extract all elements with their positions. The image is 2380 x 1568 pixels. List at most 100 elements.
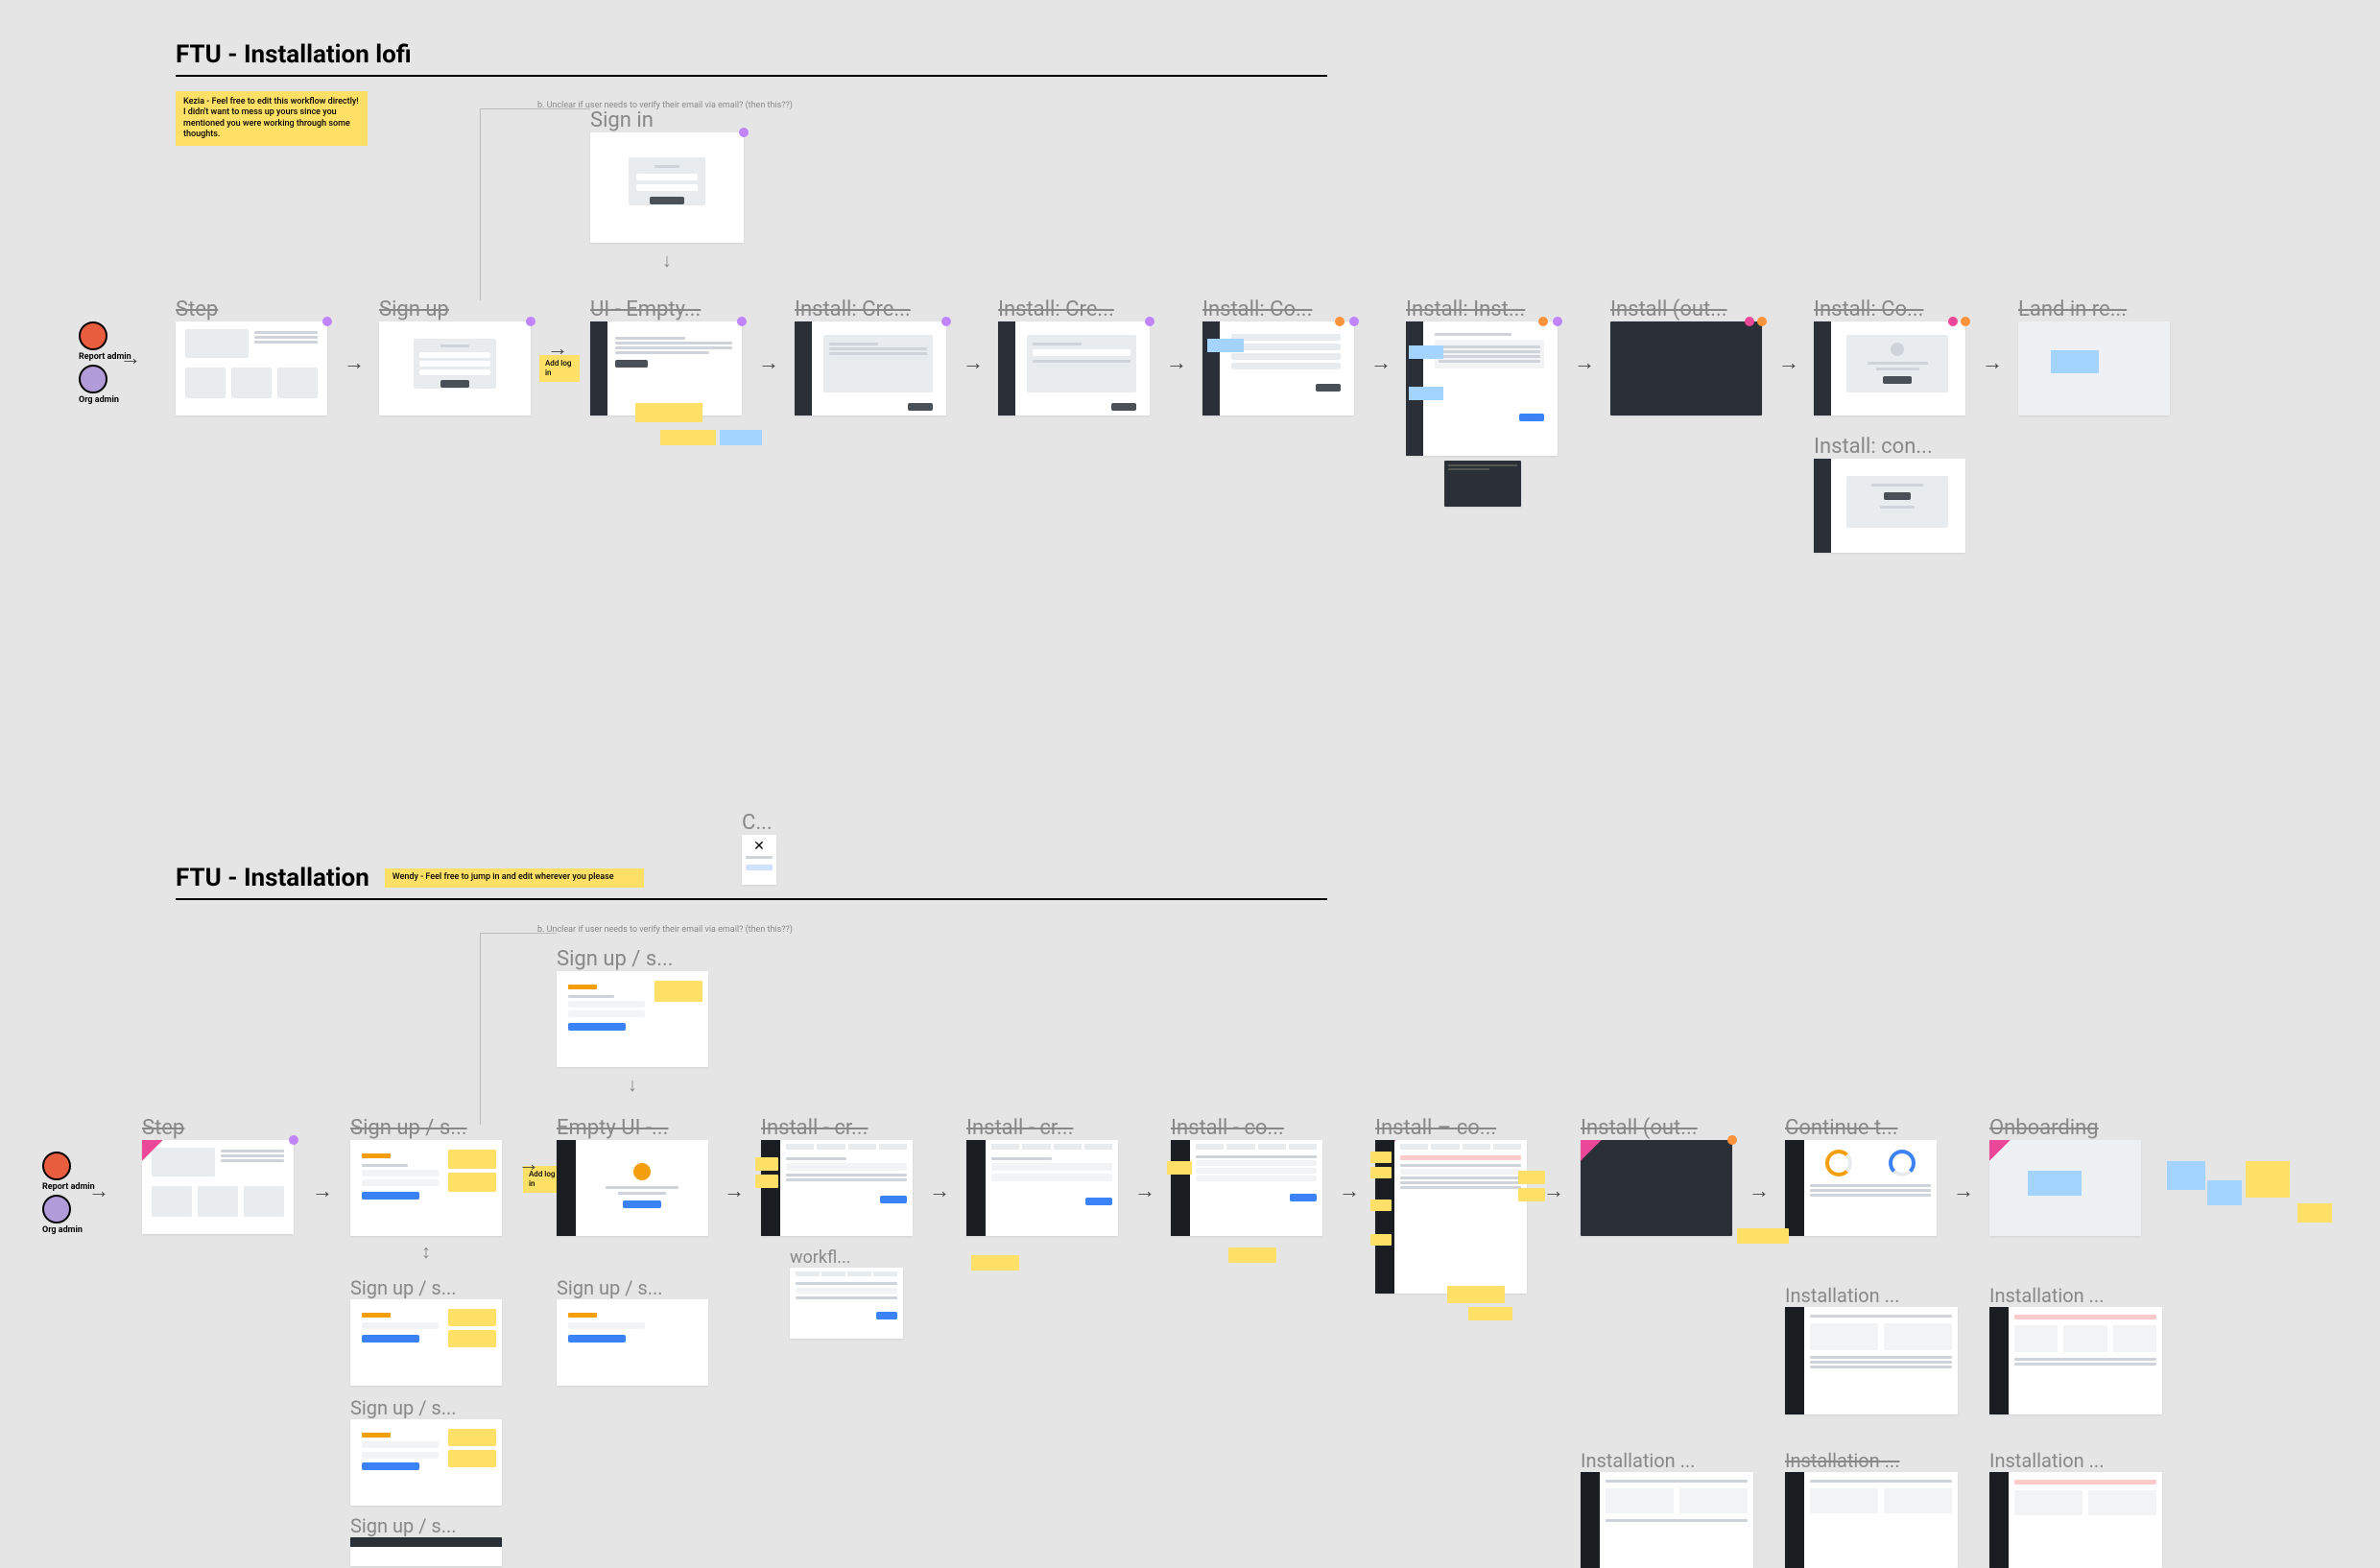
frame-step-2[interactable]	[142, 1140, 294, 1234]
frame-label: Installation ...	[1785, 1449, 1958, 1472]
status-dot	[1727, 1135, 1737, 1145]
sticky-blue[interactable]	[2051, 350, 2099, 373]
sticky-blue[interactable]	[1207, 339, 1244, 352]
frame-step[interactable]	[176, 321, 327, 416]
frame-label: Sign up / s...	[557, 947, 708, 971]
frame-signup-top[interactable]	[557, 971, 708, 1067]
sticky-blue[interactable]	[2207, 1180, 2242, 1205]
avatar-report-admin	[79, 321, 107, 350]
frame-ui-empty[interactable]	[590, 321, 742, 416]
sidebar-dark	[590, 321, 607, 416]
frame-install-co2[interactable]	[1375, 1140, 1527, 1294]
frame-signup-v3[interactable]	[350, 1537, 502, 1566]
frame-signup[interactable]	[379, 321, 531, 416]
frame-c[interactable]: ✕	[742, 835, 776, 885]
frame-install-cr2[interactable]	[966, 1140, 1118, 1236]
sticky-y[interactable]	[1167, 1161, 1192, 1175]
status-dot	[1757, 317, 1767, 326]
frame-signup-main[interactable]	[350, 1140, 502, 1236]
arrow-icon: →	[344, 350, 365, 375]
frame-install-out[interactable]	[1610, 321, 1762, 416]
status-dot	[739, 128, 749, 137]
sidebar-dark	[1202, 321, 1220, 416]
section2-title: FTU - Installation	[176, 864, 369, 892]
sticky-y[interactable]	[1737, 1228, 1789, 1244]
status-dot	[1961, 317, 1970, 326]
sticky-blue[interactable]	[2167, 1161, 2205, 1190]
sticky-blue[interactable]	[1409, 345, 1443, 359]
arrow-icon: →	[120, 345, 141, 370]
arrow-icon: →	[724, 1178, 745, 1203]
avatar-report-admin-2	[42, 1152, 71, 1180]
frame-install-co1[interactable]	[1171, 1140, 1322, 1236]
sticky-y[interactable]	[1468, 1307, 1512, 1320]
frame-land[interactable]	[2018, 321, 2170, 416]
arrow-icon: →	[1543, 1178, 1564, 1203]
sidebar-dark	[795, 321, 812, 416]
sidebar-dark	[1785, 1307, 1804, 1414]
frame-empty-ui[interactable]	[557, 1140, 708, 1236]
sticky-note[interactable]	[635, 403, 702, 422]
avatar-org-admin-2	[42, 1195, 71, 1224]
frame-label: Continue t...	[1785, 1116, 1937, 1140]
sticky-blue[interactable]	[1409, 387, 1443, 400]
sticky-y[interactable]	[1518, 1188, 1545, 1201]
frame-install-cre2[interactable]	[998, 321, 1150, 416]
frame-install-cre1[interactable]	[795, 321, 946, 416]
sticky-y[interactable]	[2297, 1203, 2332, 1223]
frame-signup-v1[interactable]	[350, 1299, 502, 1386]
frame-label: Install - cr...	[966, 1116, 1118, 1140]
avatar-org-admin	[79, 365, 107, 393]
frame-label: Empty UI -...	[557, 1116, 708, 1140]
frame-label: Sign up	[379, 297, 531, 321]
status-dot	[322, 317, 332, 326]
frame-signin[interactable]	[590, 132, 744, 243]
sticky-y[interactable]	[1370, 1152, 1392, 1163]
sticky-kezia[interactable]: Kezia - Feel free to edit this workflow …	[176, 91, 368, 146]
frame-label: Installation ...	[1989, 1449, 2162, 1472]
frame-label: Step	[142, 1116, 294, 1140]
frame-continue[interactable]	[1785, 1140, 1937, 1236]
arrow-icon: →	[758, 350, 779, 375]
frame-install-co[interactable]	[1202, 321, 1354, 416]
changed-stripe	[1989, 1140, 2011, 1161]
frame-installation-v1[interactable]	[1785, 1307, 1958, 1414]
sticky-y[interactable]	[1370, 1234, 1392, 1246]
frame-workflow[interactable]	[790, 1268, 903, 1339]
sticky-y[interactable]	[755, 1175, 778, 1188]
frame-install-cr1[interactable]	[761, 1140, 913, 1236]
frame-install-out-2[interactable]	[1581, 1140, 1732, 1236]
sticky-note[interactable]	[660, 430, 716, 445]
frame-label: Sign up / s...	[557, 1276, 708, 1299]
frame-terminal[interactable]	[1444, 461, 1521, 507]
sticky-y[interactable]	[755, 1157, 778, 1171]
sticky-y[interactable]	[1370, 1200, 1392, 1211]
sticky-y[interactable]	[971, 1255, 1019, 1271]
frame-label-signin: Sign in	[590, 108, 744, 132]
sidebar-dark	[1814, 321, 1831, 416]
sticky-y[interactable]	[1228, 1247, 1276, 1263]
frame-label: Installation ...	[1581, 1449, 1753, 1472]
status-dot	[1145, 317, 1154, 326]
sticky-y[interactable]	[1518, 1171, 1545, 1184]
frame-installation-v3[interactable]	[1581, 1472, 1753, 1568]
frame-signup-extra[interactable]	[557, 1299, 708, 1386]
section2-underline	[176, 898, 1327, 900]
frame-install-co2[interactable]	[1814, 321, 1965, 416]
frame-installation-v5[interactable]	[1989, 1472, 2162, 1568]
sidebar-dark	[557, 1140, 576, 1236]
frame-install-con-alt[interactable]	[1814, 459, 1965, 553]
frame-onboarding[interactable]	[1989, 1140, 2141, 1236]
sticky-y[interactable]	[2246, 1161, 2290, 1198]
sticky-note-blue[interactable]	[720, 430, 762, 445]
frame-installation-v2[interactable]	[1989, 1307, 2162, 1414]
frame-label: Installation ...	[1785, 1284, 1958, 1307]
sticky-wendy[interactable]: Wendy - Feel free to jump in and edit wh…	[385, 868, 644, 887]
avatar-label: Org admin	[42, 1225, 83, 1235]
sticky-y[interactable]	[1447, 1286, 1505, 1303]
frame-signup-v2[interactable]	[350, 1419, 502, 1506]
sticky-blue[interactable]	[2028, 1171, 2082, 1196]
arrow-down-icon: ↓	[557, 1073, 708, 1097]
frame-installation-v4[interactable]	[1785, 1472, 1958, 1568]
sticky-y[interactable]	[1370, 1167, 1392, 1178]
